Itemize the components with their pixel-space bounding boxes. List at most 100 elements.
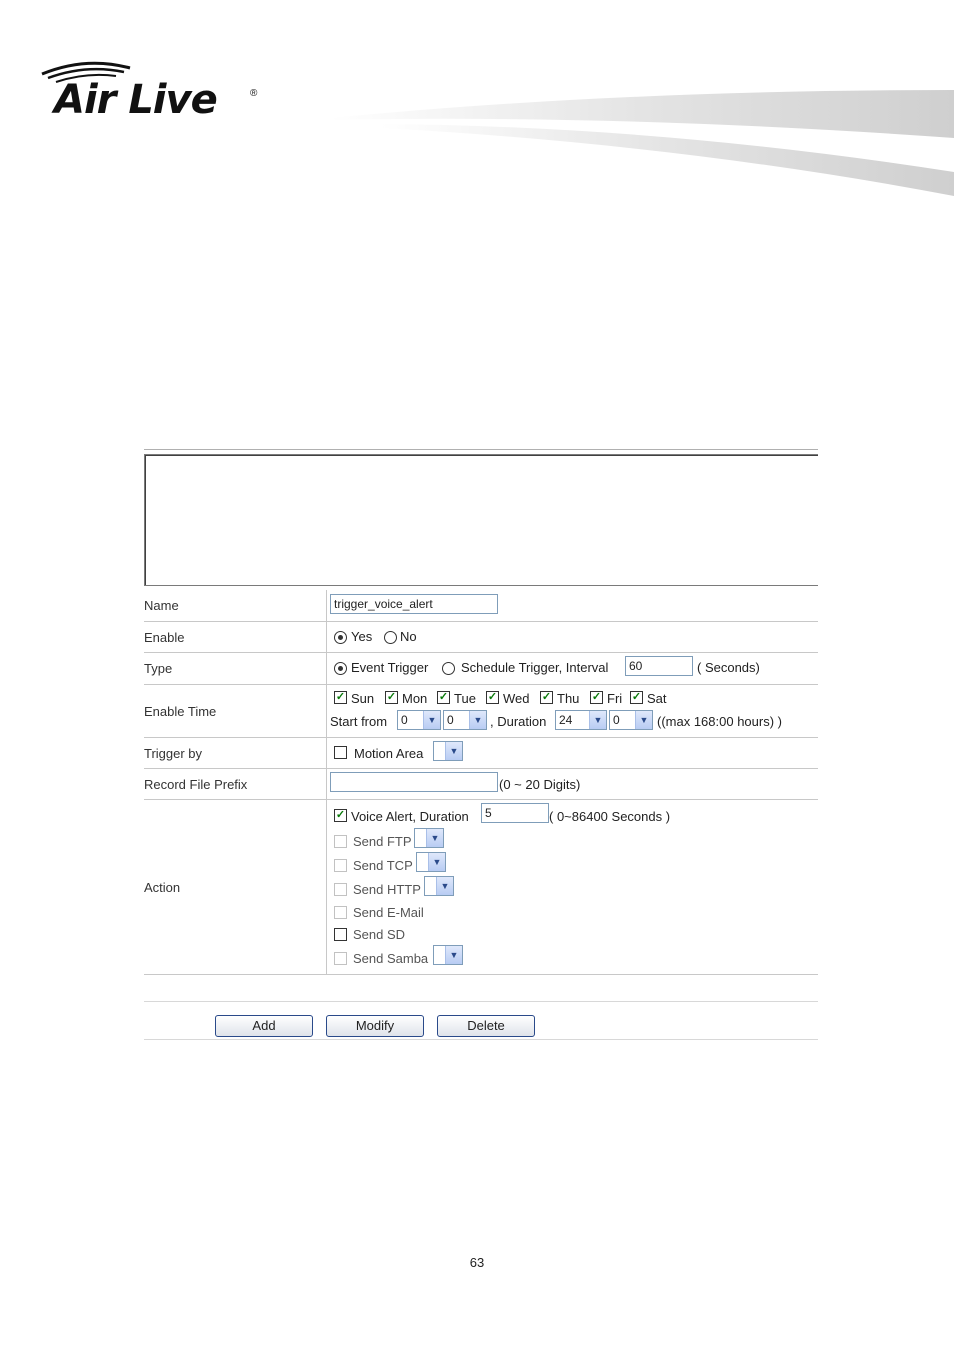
day-wed-checkbox[interactable]: ✓ <box>486 691 499 704</box>
send-samba-checkbox[interactable] <box>334 952 347 965</box>
header-swoosh-decoration <box>330 90 954 196</box>
day-sun-label: Sun <box>351 691 375 706</box>
send-http-select[interactable]: ▼ <box>424 876 454 896</box>
enable-no-label: No <box>400 629 417 644</box>
send-ftp-select[interactable]: ▼ <box>414 828 444 848</box>
column-divider <box>326 622 327 652</box>
record-prefix-label: Record File Prefix <box>144 776 248 792</box>
send-sd-checkbox[interactable] <box>334 928 347 941</box>
buttons-bottom-divider <box>144 1039 818 1040</box>
start-hour-value: 0 <box>401 713 408 727</box>
day-tue-label: Tue <box>454 691 476 706</box>
interval-unit: ( Seconds) <box>697 660 760 675</box>
record-prefix-input[interactable] <box>330 772 498 792</box>
duration-min-select[interactable]: 0 ▼ <box>609 710 653 730</box>
chevron-down-icon: ▼ <box>426 829 443 847</box>
send-http-label: Send HTTP <box>353 882 421 897</box>
column-divider <box>326 738 327 768</box>
day-wed-label: Wed <box>503 691 530 706</box>
column-divider <box>326 769 327 799</box>
type-label: Type <box>144 661 173 676</box>
duration-label: , Duration <box>490 714 547 729</box>
start-from-label: Start from <box>330 714 388 729</box>
delete-button[interactable]: Delete <box>437 1015 535 1037</box>
chevron-down-icon: ▼ <box>445 946 462 964</box>
send-http-checkbox[interactable] <box>334 883 347 896</box>
voice-duration-note: ( 0~86400 Seconds ) <box>549 809 671 824</box>
add-button[interactable]: Add <box>215 1015 313 1037</box>
enable-time-label: Enable Time <box>144 703 217 719</box>
interval-input[interactable]: 60 <box>625 656 693 676</box>
chevron-down-icon: ▼ <box>445 742 462 760</box>
start-hour-select[interactable]: 0 ▼ <box>397 710 441 730</box>
modify-button[interactable]: Modify <box>326 1015 424 1037</box>
send-ftp-checkbox[interactable] <box>334 835 347 848</box>
start-min-select[interactable]: 0 ▼ <box>443 710 487 730</box>
logo-wordmark: Air Live <box>54 77 218 123</box>
voice-alert-label: Voice Alert, Duration <box>351 809 469 824</box>
name-label: Name <box>144 598 179 613</box>
day-thu-checkbox[interactable]: ✓ <box>540 691 553 704</box>
panel-top-border <box>144 449 818 450</box>
day-mon-label: Mon <box>402 691 428 706</box>
trigger-list-box[interactable] <box>144 454 818 586</box>
motion-area-select[interactable]: ▼ <box>433 741 463 761</box>
duration-hour-value: 24 <box>559 713 573 727</box>
chevron-down-icon: ▼ <box>589 711 606 729</box>
row-trigger-by: Trigger by Motion Area ▼ <box>144 738 818 769</box>
column-divider <box>326 800 327 974</box>
day-fri-label: Fri <box>607 691 623 706</box>
row-type: Type Event Trigger Schedule Trigger, Int… <box>144 653 818 685</box>
airlive-logo: Air Live ® <box>38 58 278 128</box>
buttons-top-divider <box>144 1001 818 1002</box>
chevron-down-icon: ▼ <box>436 877 453 895</box>
type-event-radio[interactable] <box>334 662 347 675</box>
duration-note: ((max 168:00 hours) ) <box>657 714 782 729</box>
send-email-label: Send E-Mail <box>353 905 424 920</box>
enable-yes-radio[interactable] <box>334 631 347 644</box>
day-sat-checkbox[interactable]: ✓ <box>630 691 643 704</box>
chevron-down-icon: ▼ <box>469 711 486 729</box>
registered-mark: ® <box>250 88 258 99</box>
type-schedule-radio[interactable] <box>442 662 455 675</box>
send-samba-select[interactable]: ▼ <box>433 945 463 965</box>
motion-area-label: Motion Area <box>354 746 424 761</box>
start-min-value: 0 <box>447 713 454 727</box>
type-schedule-label: Schedule Trigger, Interval <box>461 660 609 675</box>
column-divider <box>326 653 327 684</box>
day-fri-checkbox[interactable]: ✓ <box>590 691 603 704</box>
duration-hour-select[interactable]: 24 ▼ <box>555 710 607 730</box>
send-email-checkbox[interactable] <box>334 906 347 919</box>
send-sd-label: Send SD <box>353 927 406 942</box>
day-tue-checkbox[interactable]: ✓ <box>437 691 450 704</box>
name-input[interactable]: trigger_voice_alert <box>330 594 498 614</box>
chevron-down-icon: ▼ <box>423 711 440 729</box>
duration-min-value: 0 <box>613 713 620 727</box>
row-enable-time: Enable Time ✓ Sun ✓ Mon ✓ Tue ✓ Wed ✓ Thu ✓ Fri ✓ Sat… <box>144 685 818 738</box>
column-divider <box>326 685 327 737</box>
trigger-by-label: Trigger by <box>144 745 203 761</box>
type-event-label: Event Trigger <box>351 660 429 675</box>
action-label: Action <box>144 879 181 895</box>
enable-no-radio[interactable] <box>384 631 397 644</box>
chevron-down-icon: ▼ <box>635 711 652 729</box>
row-enable: Enable Yes No <box>144 622 818 653</box>
send-tcp-select[interactable]: ▼ <box>416 852 446 872</box>
day-sat-label: Sat <box>647 691 667 706</box>
voice-alert-checkbox[interactable]: ✓ <box>334 809 347 822</box>
enable-label: Enable <box>144 629 185 645</box>
voice-duration-input[interactable]: 5 <box>481 803 549 823</box>
day-sun-checkbox[interactable]: ✓ <box>334 691 347 704</box>
row-action: Action ✓ Voice Alert, Duration 5 ( 0~864… <box>144 800 818 975</box>
record-prefix-note: (0 ~ 20 Digits) <box>499 777 581 792</box>
enable-yes-label: Yes <box>351 629 373 644</box>
event-trigger-form: Name trigger_voice_alert Enable Yes No T… <box>144 449 818 1041</box>
day-mon-checkbox[interactable]: ✓ <box>385 691 398 704</box>
send-ftp-label: Send FTP <box>353 834 412 849</box>
page-number: 63 <box>469 1255 485 1270</box>
send-tcp-checkbox[interactable] <box>334 859 347 872</box>
motion-area-checkbox[interactable] <box>334 746 347 759</box>
send-tcp-label: Send TCP <box>353 858 413 873</box>
day-thu-label: Thu <box>557 691 580 706</box>
column-divider <box>326 590 327 621</box>
